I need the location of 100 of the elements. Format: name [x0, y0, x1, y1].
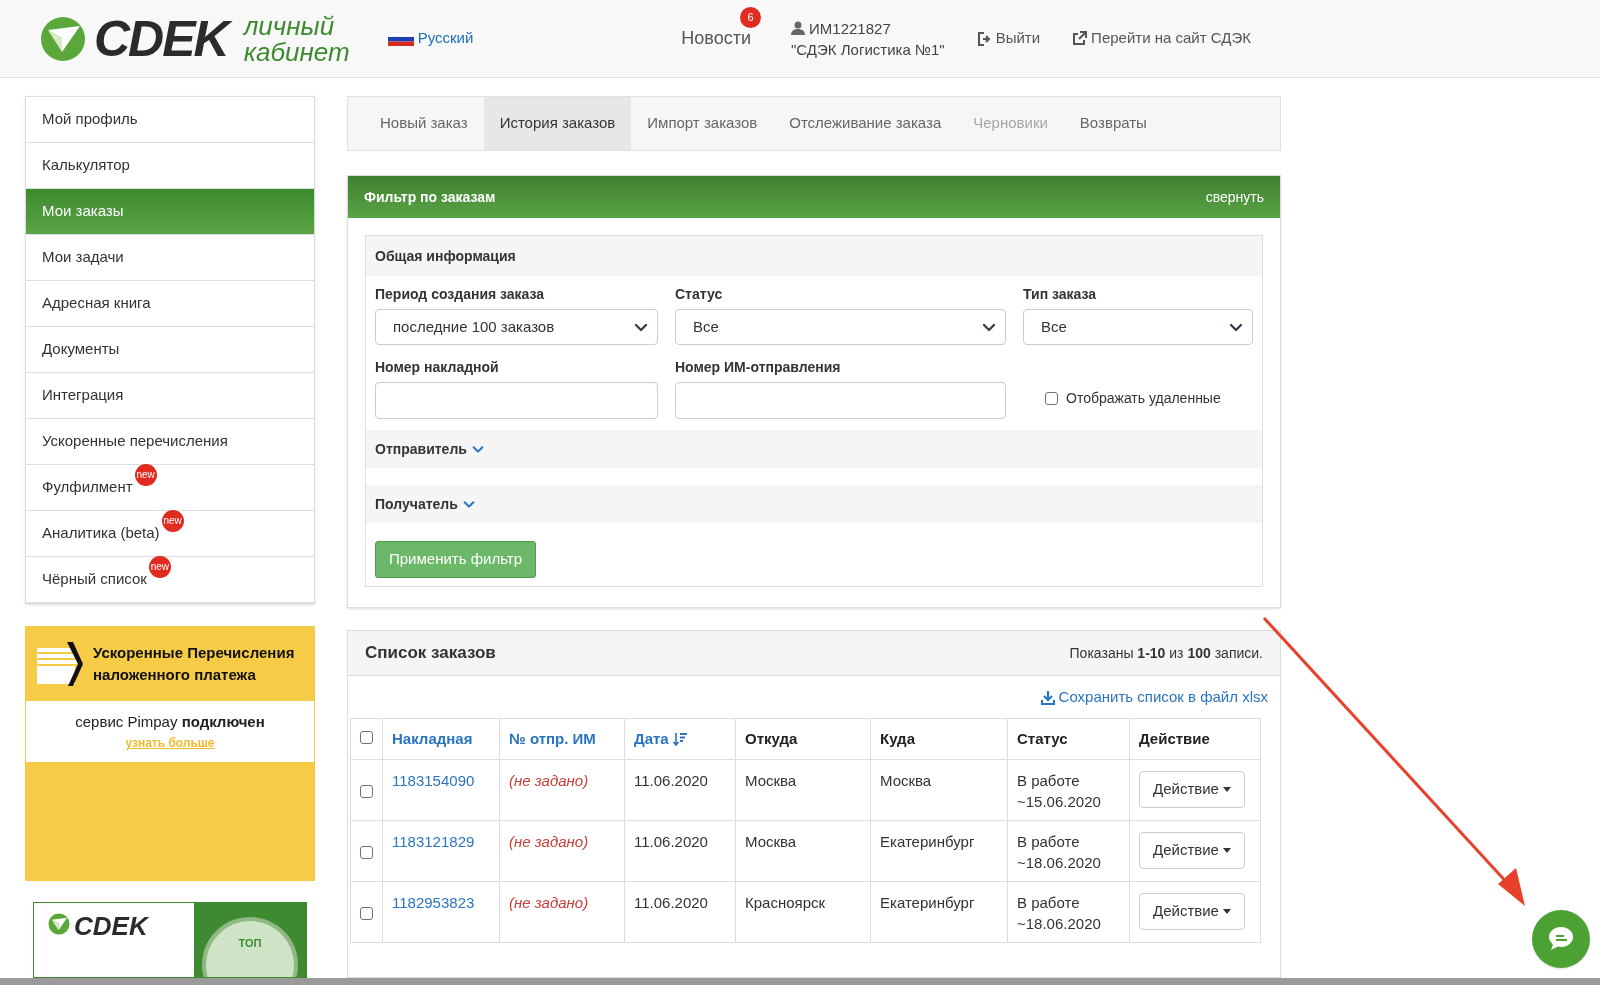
menu-label: Адресная книга [42, 294, 151, 312]
input-field[interactable] [675, 382, 1006, 419]
collapse-link[interactable]: свернуть [1205, 186, 1264, 208]
menu-label: Мои заказы [42, 202, 124, 220]
select-field[interactable]: Все [1023, 309, 1253, 345]
sidebar-item[interactable]: Интеграция [26, 373, 314, 419]
sidebar-item[interactable]: Документы [26, 327, 314, 373]
table-cell: (не задано) [509, 772, 589, 789]
award-seal: ТОП [202, 916, 298, 977]
field-label: Тип заказа [1023, 285, 1098, 304]
waybill-link[interactable]: 1183154090 [392, 772, 475, 789]
menu-label: Аналитика (beta) [42, 524, 160, 542]
table-cell: Москва [880, 772, 932, 789]
logo-subtitle: личный кабинет [243, 12, 351, 65]
news-link[interactable]: Новости [681, 28, 752, 48]
menu-label: Мой профиль [42, 110, 138, 128]
sidebar-item[interactable]: Мои задачи [26, 235, 314, 281]
table-cell: Красноярск [745, 894, 826, 911]
tab[interactable]: Возвраты [1063, 97, 1163, 150]
logout-link[interactable]: Выйти [976, 27, 1041, 50]
logout-icon [976, 31, 992, 46]
sidebar-item[interactable]: Мои заказы [26, 189, 314, 235]
tab[interactable]: Импорт заказов [631, 97, 774, 150]
waybill-link[interactable]: 1182953823 [392, 894, 475, 911]
table-cell: 11.06.2020 [634, 894, 708, 911]
chat-button[interactable] [1532, 910, 1590, 968]
field-label: Период создания заказа [375, 285, 546, 304]
table-cell: 11.06.2020 [634, 833, 708, 850]
menu-label: Фулфилмент [42, 478, 133, 496]
tab[interactable]: История заказов [483, 97, 632, 150]
select-all-checkbox[interactable] [360, 730, 373, 744]
column-header: Статус [1017, 729, 1068, 747]
table-cell: Москва [745, 772, 797, 789]
new-badge: new [161, 510, 184, 533]
field-label: Номер ИМ-отправления [675, 358, 842, 377]
logo-icon [40, 15, 86, 62]
records-summary: Показаны 1-10 из 100 записи. [1069, 643, 1263, 663]
notification-badge: 6 [740, 7, 762, 28]
promo-status: сервис Pimpay подключен [75, 712, 265, 733]
table-cell: (не задано) [509, 833, 589, 850]
table-cell: 11.06.2020 [634, 772, 708, 789]
column-header: Куда [880, 729, 915, 747]
table-cell: Екатеринбург [880, 894, 975, 911]
sort-descending-icon [672, 731, 687, 747]
logo: CDEK [74, 912, 148, 939]
select-field[interactable]: Все [675, 309, 1006, 345]
checkbox[interactable] [1045, 391, 1058, 405]
menu-label: Ускоренные перечисления [42, 432, 228, 450]
sidebar-item[interactable]: Ускоренные перечисления [26, 419, 314, 465]
column-header: Действие [1139, 729, 1210, 747]
caret-icon [1222, 787, 1231, 792]
user-id: ИМ1221827 [809, 18, 891, 39]
field-label: Статус [675, 285, 724, 304]
checkbox-label: Отображать удаленные [1066, 388, 1221, 408]
table-cell: Москва [745, 833, 797, 850]
status-cell: В работе ~18.06.2020 [1017, 894, 1101, 932]
language-link[interactable]: Русский [417, 27, 474, 50]
row-checkbox[interactable] [360, 907, 373, 920]
external-site-link[interactable]: Перейти на сайт СДЭК [1072, 27, 1251, 50]
panel-title: Список заказов [365, 642, 496, 665]
action-dropdown-button[interactable]: Действие [1139, 771, 1245, 808]
panel-title: Фильтр по заказам [364, 187, 496, 207]
menu-label: Чёрный список [42, 570, 147, 588]
tab[interactable]: Отслеживание заказа [773, 97, 958, 150]
caret-icon [1222, 909, 1231, 914]
input-field[interactable] [375, 382, 658, 419]
action-dropdown-button[interactable]: Действие [1139, 832, 1245, 869]
company-name: "СДЭК Логистика №1" [791, 39, 945, 60]
select-field[interactable]: последние 100 заказов [375, 309, 658, 345]
menu-label: Мои задачи [42, 248, 124, 266]
collapsible-section[interactable]: Получатель [366, 485, 1262, 523]
tab[interactable]: Новый заказ [364, 97, 484, 150]
status-cell: В работе ~15.06.2020 [1017, 772, 1101, 810]
export-link[interactable]: Сохранить список в файл xlsx [1040, 685, 1268, 709]
sidebar-item[interactable]: Чёрный список new [26, 557, 314, 603]
row-checkbox[interactable] [360, 785, 373, 798]
menu-label: Калькулятор [42, 156, 130, 174]
external-link-icon [1072, 31, 1088, 46]
action-dropdown-button[interactable]: Действие [1139, 893, 1245, 930]
menu-label: Интеграция [42, 386, 124, 404]
sidebar-item[interactable]: Аналитика (beta) new [26, 511, 314, 557]
flag-icon [387, 31, 414, 46]
chat-bubble-icon [1546, 925, 1576, 953]
sidebar-item[interactable]: Мой профиль [26, 97, 314, 143]
chevron-stripes-icon [35, 639, 85, 688]
waybill-link[interactable]: 1183121829 [392, 833, 475, 850]
sidebar-item[interactable]: Калькулятор [26, 143, 314, 189]
table-cell: (не задано) [509, 894, 589, 911]
new-badge: new [134, 464, 157, 487]
collapsible-section[interactable]: Отправитель [366, 430, 1262, 468]
row-checkbox[interactable] [360, 846, 373, 859]
logo-icon [48, 912, 70, 935]
caret-icon [1222, 848, 1231, 853]
field-label: Номер накладной [375, 358, 500, 377]
column-header: Откуда [745, 729, 798, 747]
user-icon [791, 21, 806, 35]
sidebar-item[interactable]: Фулфилмент new [26, 465, 314, 511]
sidebar-item[interactable]: Адресная книга [26, 281, 314, 327]
promo-title: Ускоренные Перечисления наложенного платежа [93, 642, 296, 685]
table-cell: Екатеринбург [880, 833, 975, 850]
